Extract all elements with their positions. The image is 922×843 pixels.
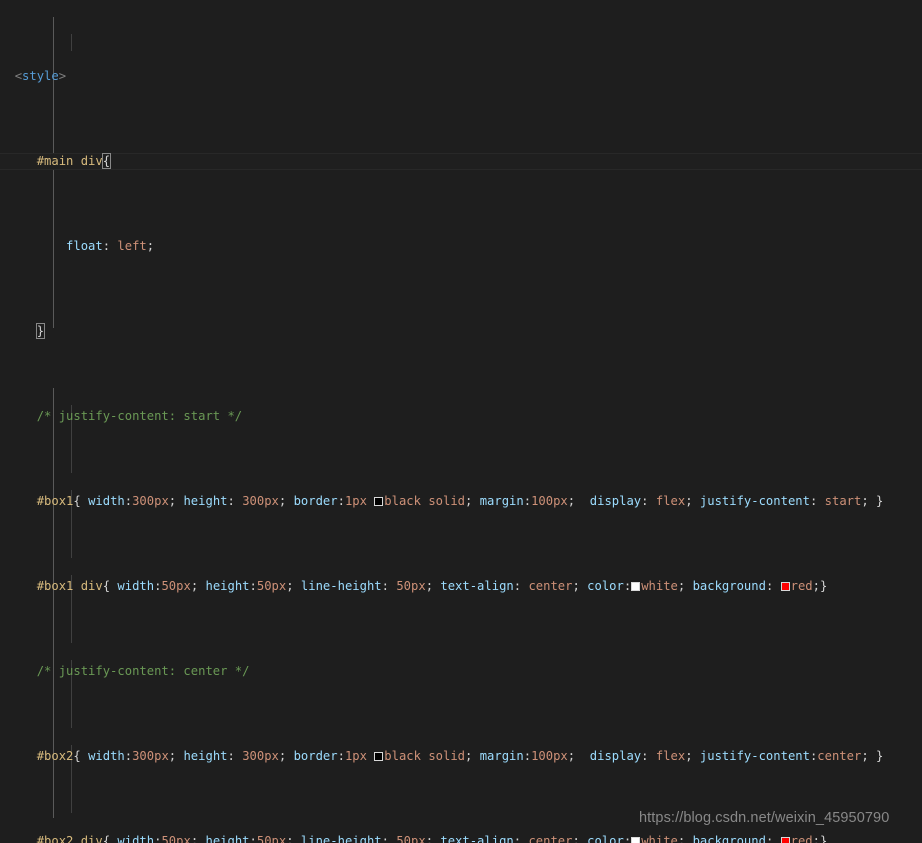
css-value: left xyxy=(117,239,147,253)
code-line-current[interactable]: #main div{ xyxy=(0,153,922,170)
brace-open: { xyxy=(101,153,112,169)
color-swatch-white-icon xyxy=(631,582,641,591)
css-selector: #box1 div xyxy=(36,579,103,593)
color-swatch-black-icon xyxy=(374,497,384,506)
css-selector: #box2 xyxy=(36,749,74,763)
code-editor-screenshot: <style> #main div{ float: left; } /* jus… xyxy=(0,0,922,843)
code-content[interactable]: <style> #main div{ float: left; } /* jus… xyxy=(0,0,922,843)
css-selector: #box2 div xyxy=(36,834,103,843)
code-line[interactable]: } xyxy=(0,323,922,340)
code-line[interactable]: /* justify-content: start */ xyxy=(0,408,922,425)
brace-close: } xyxy=(35,323,46,339)
watermark-url: https://blog.csdn.net/weixin_45950790 xyxy=(639,810,890,826)
color-swatch-black-icon xyxy=(374,752,384,761)
code-line[interactable]: #box1 div{ width:50px; height:50px; line… xyxy=(0,578,922,595)
angle-close: > xyxy=(58,69,67,83)
css-comment: /* justify-content: start */ xyxy=(36,409,243,423)
code-line[interactable]: /* justify-content: center */ xyxy=(0,663,922,680)
code-line[interactable]: #box2 div{ width:50px; height:50px; line… xyxy=(0,833,922,843)
css-property: float xyxy=(66,239,103,253)
semicolon: ; xyxy=(146,239,155,253)
css-selector: #box1 xyxy=(36,494,74,508)
code-line[interactable]: #box1{ width:300px; height: 300px; borde… xyxy=(0,493,922,510)
color-swatch-red-icon xyxy=(780,837,790,843)
color-swatch-red-icon xyxy=(780,582,790,591)
css-selector: #main div xyxy=(36,154,103,168)
css-comment: /* justify-content: center */ xyxy=(36,664,250,678)
angle-open: < xyxy=(14,69,23,83)
code-line[interactable]: #box2{ width:300px; height: 300px; borde… xyxy=(0,748,922,765)
style-tag-name: style xyxy=(22,69,59,83)
color-swatch-white-icon xyxy=(631,837,641,843)
code-line[interactable]: <style> xyxy=(0,68,922,85)
code-line[interactable]: float: left; xyxy=(0,238,922,255)
colon: : xyxy=(102,239,118,253)
